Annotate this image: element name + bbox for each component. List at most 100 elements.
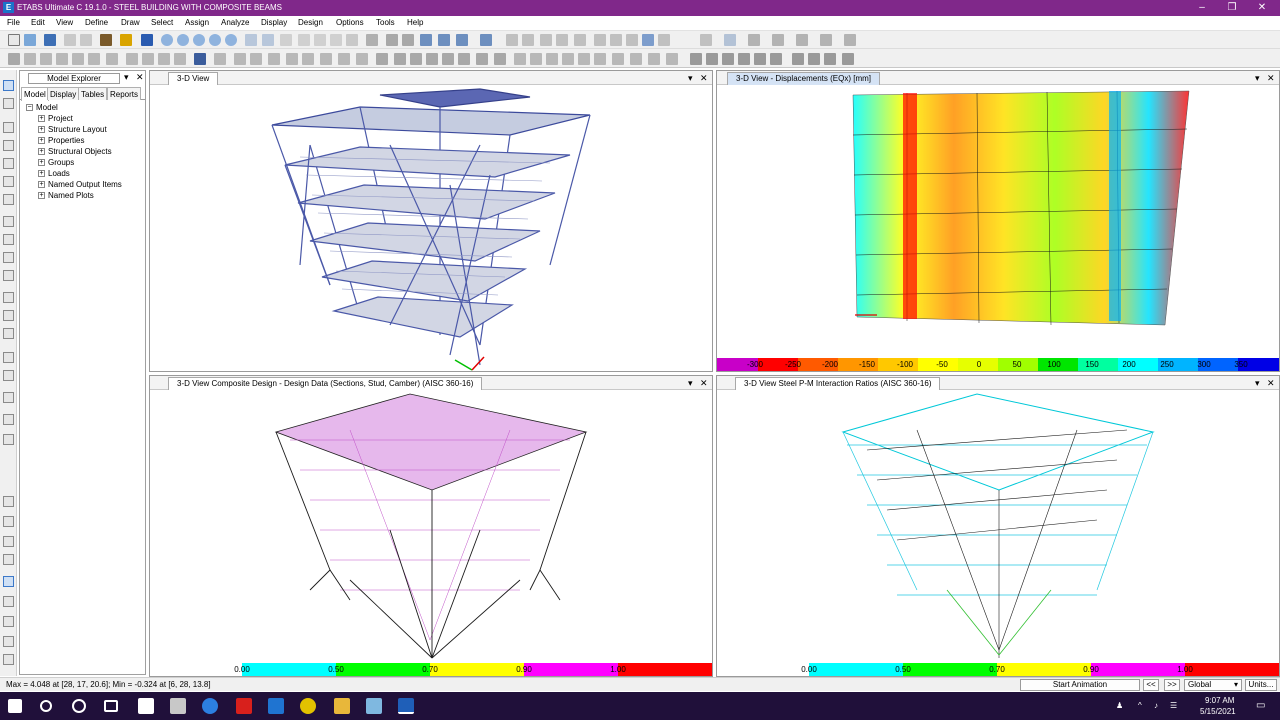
- draw-section-tool-icon[interactable]: [3, 328, 14, 339]
- snap-mid-tool-icon[interactable]: [3, 554, 14, 565]
- chart-icon[interactable]: [194, 53, 206, 65]
- grid-icon[interactable]: [724, 34, 736, 46]
- section-icon[interactable]: [772, 34, 784, 46]
- tree-item-properties[interactable]: + Properties: [38, 136, 84, 146]
- shell-icon[interactable]: [690, 53, 702, 65]
- draw-column-icon[interactable]: [320, 53, 332, 65]
- select-poly-icon[interactable]: [546, 53, 558, 65]
- menu-file[interactable]: File: [7, 18, 20, 27]
- save-icon[interactable]: [44, 34, 56, 46]
- draw-slab-icon[interactable]: [394, 53, 406, 65]
- pencil-icon[interactable]: [100, 34, 112, 46]
- explorer-close-icon[interactable]: ✕: [136, 72, 144, 83]
- pm-ratio-render[interactable]: [717, 390, 1280, 662]
- diaphragm-icon[interactable]: [738, 53, 750, 65]
- draw-area-icon[interactable]: [458, 53, 470, 65]
- draw-opening-icon[interactable]: [356, 53, 368, 65]
- notifications-icon[interactable]: ▭: [1256, 700, 1265, 711]
- draw-wall-tool-icon[interactable]: [3, 234, 14, 245]
- collapse-icon[interactable]: −: [26, 104, 33, 112]
- zoom-out-icon[interactable]: [193, 34, 205, 46]
- tree-item-structure-layout[interactable]: + Structure Layout: [38, 125, 107, 135]
- tray-expand-icon[interactable]: ^: [1138, 701, 1142, 710]
- draw-area-tool-icon[interactable]: [3, 270, 14, 281]
- lock-icon[interactable]: [120, 34, 132, 46]
- store-icon[interactable]: [138, 698, 154, 714]
- menu-analyze[interactable]: Analyze: [221, 18, 249, 27]
- view-xz-icon[interactable]: [314, 34, 326, 46]
- new-model-icon[interactable]: [8, 34, 20, 46]
- menu-draw[interactable]: Draw: [121, 18, 140, 27]
- pane-composite-design[interactable]: 3-D View Composite Design - Design Data …: [149, 375, 713, 677]
- settings-icon[interactable]: [366, 34, 378, 46]
- close-button[interactable]: ✕: [1252, 2, 1272, 14]
- menu-define[interactable]: Define: [85, 18, 108, 27]
- tab-model[interactable]: Model: [21, 87, 49, 101]
- draw-opening-tool-icon[interactable]: [3, 252, 14, 263]
- assign-shell-icon[interactable]: [808, 53, 820, 65]
- snap-tool-icon[interactable]: [3, 496, 14, 507]
- deformed-shape-icon[interactable]: [610, 34, 622, 46]
- previous-step-button[interactable]: <<: [1143, 679, 1159, 691]
- snap-grid-tool-icon[interactable]: [3, 516, 14, 527]
- next-step-button[interactable]: >>: [1164, 679, 1180, 691]
- start-animation-button[interactable]: Start Animation: [1020, 679, 1140, 691]
- assign-frame-icon[interactable]: [792, 53, 804, 65]
- clock-date[interactable]: 5/15/2021: [1200, 707, 1236, 716]
- column-icon[interactable]: [522, 34, 534, 46]
- explorer-pin-icon[interactable]: ▾: [124, 72, 129, 83]
- pier-icon[interactable]: [754, 53, 766, 65]
- tree-item-named-plots[interactable]: + Named Plots: [38, 191, 94, 201]
- chrome-icon[interactable]: [300, 698, 316, 714]
- volume-icon[interactable]: ♪: [1154, 701, 1158, 710]
- mesh-icon[interactable]: [722, 53, 734, 65]
- snap-extension-tool-icon[interactable]: [3, 636, 14, 647]
- undo-icon[interactable]: [64, 34, 76, 46]
- snap-end-icon[interactable]: [40, 53, 52, 65]
- draw-beam-icon[interactable]: [268, 53, 280, 65]
- pane-tab-displacements[interactable]: 3-D View - Displacements (EQx) [mm]: [727, 72, 880, 85]
- draw-frame-icon[interactable]: [234, 53, 246, 65]
- menu-help[interactable]: Help: [407, 18, 423, 27]
- reshape-tool-icon[interactable]: [3, 98, 14, 109]
- windows-start-icon[interactable]: [8, 699, 22, 713]
- pane-tab-3d-view[interactable]: 3-D View: [168, 72, 219, 85]
- support-icon[interactable]: [574, 34, 586, 46]
- extrude-icon[interactable]: [480, 34, 492, 46]
- pane-tab-steel-pm-ratios[interactable]: 3-D View Steel P-M Interaction Ratios (A…: [735, 377, 941, 390]
- draw-floor-icon[interactable]: [376, 53, 388, 65]
- zoom-previous-icon[interactable]: [209, 34, 221, 46]
- expand-icon[interactable]: +: [38, 170, 45, 178]
- object-shrink-icon[interactable]: [456, 34, 468, 46]
- zoom-window-icon[interactable]: [161, 34, 173, 46]
- expand-icon[interactable]: +: [38, 159, 45, 167]
- shell-load-icon[interactable]: [706, 53, 718, 65]
- beam-icon[interactable]: [540, 34, 552, 46]
- mail-icon[interactable]: [268, 698, 284, 714]
- tree-item-model[interactable]: − Model: [26, 103, 58, 113]
- menu-display[interactable]: Display: [261, 18, 287, 27]
- brace-icon[interactable]: [556, 34, 568, 46]
- invert-selection-icon[interactable]: [648, 53, 660, 65]
- tree-item-structural-objects[interactable]: + Structural Objects: [38, 147, 112, 157]
- text-icon[interactable]: [700, 34, 712, 46]
- structure-3d-render[interactable]: [150, 85, 713, 372]
- menu-view[interactable]: View: [56, 18, 73, 27]
- pane-dropdown-icon[interactable]: ▾: [688, 72, 693, 84]
- pane-close-icon[interactable]: ✕: [1267, 377, 1275, 389]
- view-3d-icon[interactable]: [280, 34, 292, 46]
- pane-close-icon[interactable]: ✕: [1267, 72, 1275, 84]
- draw-secondary-beam-icon[interactable]: [286, 53, 298, 65]
- pane-steel-pm-ratios[interactable]: 3-D View Steel P-M Interaction Ratios (A…: [716, 375, 1280, 677]
- deselect-icon[interactable]: [594, 53, 606, 65]
- run-analysis-icon[interactable]: [141, 34, 153, 46]
- move-down-icon[interactable]: [402, 34, 414, 46]
- expand-icon[interactable]: +: [38, 181, 45, 189]
- thickness-icon[interactable]: [844, 34, 856, 46]
- refresh-icon[interactable]: [346, 34, 358, 46]
- etabs-taskbar-icon[interactable]: [398, 698, 414, 714]
- check-icon[interactable]: [438, 34, 450, 46]
- draw-brace-tool-icon[interactable]: [3, 194, 14, 205]
- people-icon[interactable]: ♟: [1116, 701, 1123, 710]
- draw-link-icon[interactable]: [302, 53, 314, 65]
